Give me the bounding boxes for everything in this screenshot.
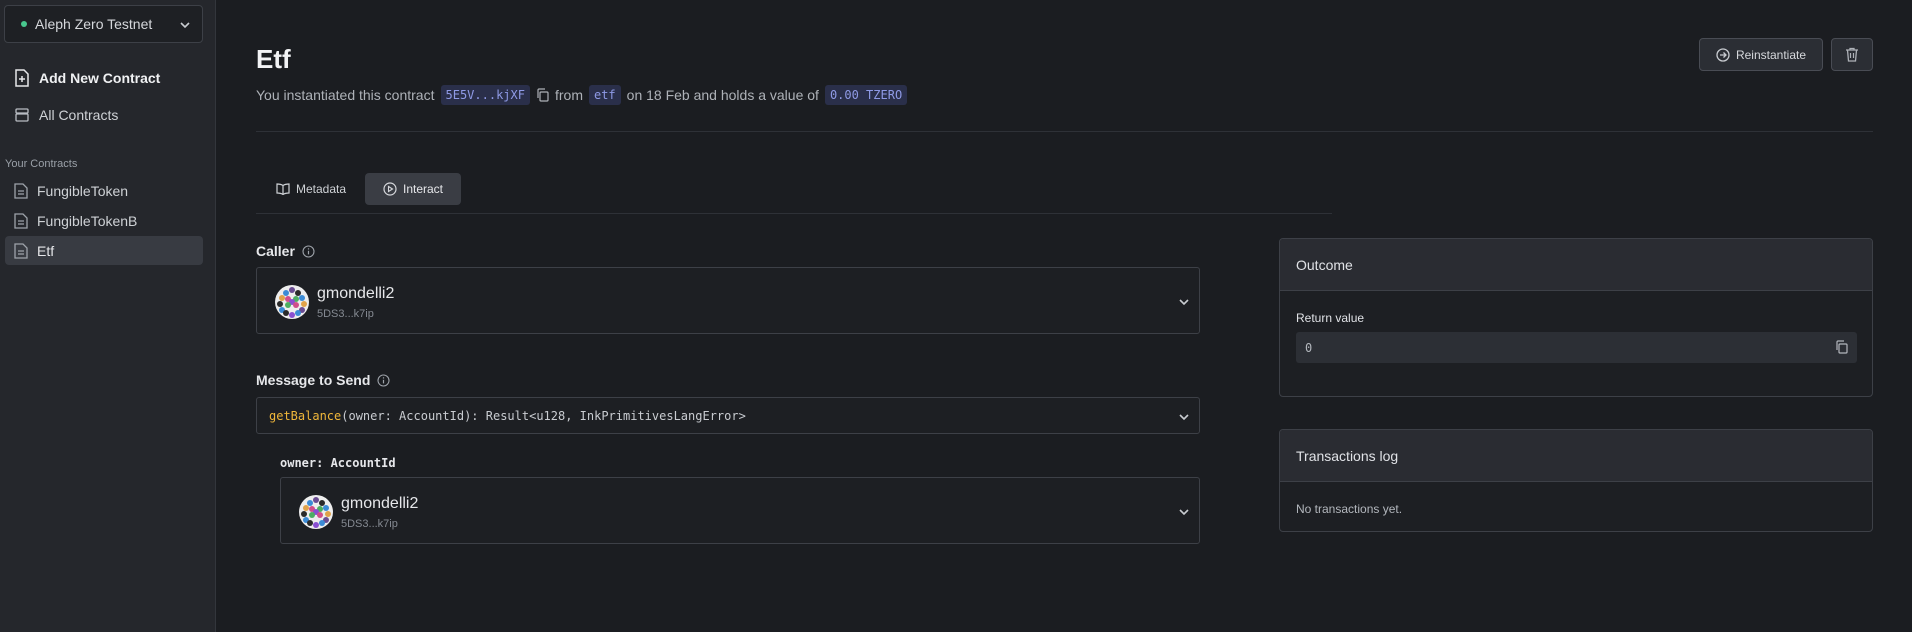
avatar bbox=[275, 285, 309, 319]
sidebar-item-fungibletoken[interactable]: FungibleToken bbox=[5, 176, 203, 205]
message-select[interactable]: getBalance (owner: AccountId): Result<u1… bbox=[256, 397, 1200, 434]
account-name: gmondelli2 bbox=[341, 495, 419, 512]
tab-divider bbox=[256, 213, 1332, 214]
source-tag[interactable]: etf bbox=[588, 85, 621, 105]
tab-interact[interactable]: Interact bbox=[365, 173, 461, 205]
copy-icon[interactable] bbox=[536, 88, 549, 102]
reinstantiate-button[interactable]: Reinstantiate bbox=[1699, 38, 1823, 71]
sidebar-item-label: Etf bbox=[37, 242, 55, 259]
sidebar-item-etf[interactable]: Etf bbox=[5, 236, 203, 265]
transactions-log-panel: Transactions log No transactions yet. bbox=[1279, 429, 1873, 532]
message-label: Message to Send bbox=[256, 372, 390, 388]
return-value-label: Return value bbox=[1296, 311, 1365, 325]
caller-label-text: Caller bbox=[256, 243, 295, 259]
contract-address-tag: 5E5V...kjXF bbox=[440, 85, 530, 105]
chevron-down-icon bbox=[1178, 506, 1190, 518]
chevron-down-icon bbox=[179, 19, 191, 31]
sidebar-item-label: FungibleTokenB bbox=[37, 212, 138, 229]
tab-metadata[interactable]: Metadata bbox=[264, 173, 358, 205]
outcome-title: Outcome bbox=[1280, 239, 1872, 291]
main-content: Etf You instantiated this contract 5E5V.… bbox=[217, 0, 1912, 632]
copy-icon[interactable] bbox=[1835, 340, 1848, 354]
database-icon bbox=[14, 107, 39, 123]
owner-account-select[interactable]: gmondelli2 5DS3...k7ip bbox=[280, 477, 1200, 544]
message-function-name: getBalance bbox=[269, 408, 342, 423]
reinstantiate-label: Reinstantiate bbox=[1735, 47, 1807, 62]
add-new-contract-link[interactable]: Add New Contract bbox=[14, 69, 160, 87]
circle-arrow-right-icon bbox=[1716, 47, 1736, 62]
info-icon[interactable] bbox=[370, 373, 390, 387]
summary-prefix: You instantiated this contract bbox=[256, 87, 435, 103]
add-new-contract-label: Add New Contract bbox=[39, 70, 161, 86]
all-contracts-label: All Contracts bbox=[39, 107, 119, 123]
return-value: 0 bbox=[1305, 340, 1313, 355]
document-icon bbox=[14, 242, 37, 259]
trash-icon bbox=[1845, 47, 1859, 62]
sidebar-item-fungibletokenb[interactable]: FungibleTokenB bbox=[5, 206, 203, 235]
no-transactions-text: No transactions yet. bbox=[1296, 502, 1403, 516]
network-label: Aleph Zero Testnet bbox=[35, 16, 153, 32]
info-icon[interactable] bbox=[295, 244, 315, 258]
document-icon bbox=[14, 182, 37, 199]
account-name: gmondelli2 bbox=[317, 285, 395, 302]
message-label-text: Message to Send bbox=[256, 372, 371, 388]
value-tag: 0.00 TZERO bbox=[824, 85, 908, 105]
delete-button[interactable] bbox=[1831, 38, 1873, 71]
header-divider bbox=[256, 131, 1873, 132]
page-title: Etf bbox=[256, 44, 291, 74]
document-icon bbox=[14, 212, 37, 229]
transactions-log-title: Transactions log bbox=[1280, 430, 1872, 482]
sidebar-item-label: FungibleToken bbox=[37, 182, 129, 199]
sidebar: Aleph Zero Testnet Add New Contract All … bbox=[0, 0, 216, 632]
account-address: 5DS3...k7ip bbox=[317, 308, 374, 320]
network-status-dot bbox=[21, 21, 27, 27]
play-circle-icon bbox=[383, 182, 403, 196]
tab-label: Interact bbox=[402, 182, 444, 196]
argument-label: owner: AccountId bbox=[280, 456, 396, 470]
summary-date-value: on 18 Feb and holds a value of bbox=[626, 87, 819, 103]
network-selector[interactable]: Aleph Zero Testnet bbox=[4, 5, 203, 43]
avatar bbox=[299, 495, 333, 529]
all-contracts-link[interactable]: All Contracts bbox=[14, 107, 118, 123]
return-value-box: 0 bbox=[1296, 332, 1857, 363]
contract-summary: You instantiated this contract 5E5V...kj… bbox=[256, 85, 913, 105]
account-address: 5DS3...k7ip bbox=[341, 518, 398, 530]
tab-label: Metadata bbox=[296, 182, 347, 196]
outcome-panel: Outcome Return value 0 bbox=[1279, 238, 1873, 397]
your-contracts-heading: Your Contracts bbox=[5, 158, 78, 170]
caller-label: Caller bbox=[256, 243, 315, 259]
message-signature: (owner: AccountId): Result<u128, InkPrim… bbox=[341, 408, 746, 423]
caller-account-select[interactable]: gmondelli2 5DS3...k7ip bbox=[256, 267, 1200, 334]
summary-from: from bbox=[554, 87, 583, 103]
chevron-down-icon bbox=[1178, 296, 1190, 308]
book-open-icon bbox=[276, 183, 296, 195]
chevron-down-icon bbox=[1178, 411, 1190, 423]
file-plus-icon bbox=[14, 69, 39, 87]
